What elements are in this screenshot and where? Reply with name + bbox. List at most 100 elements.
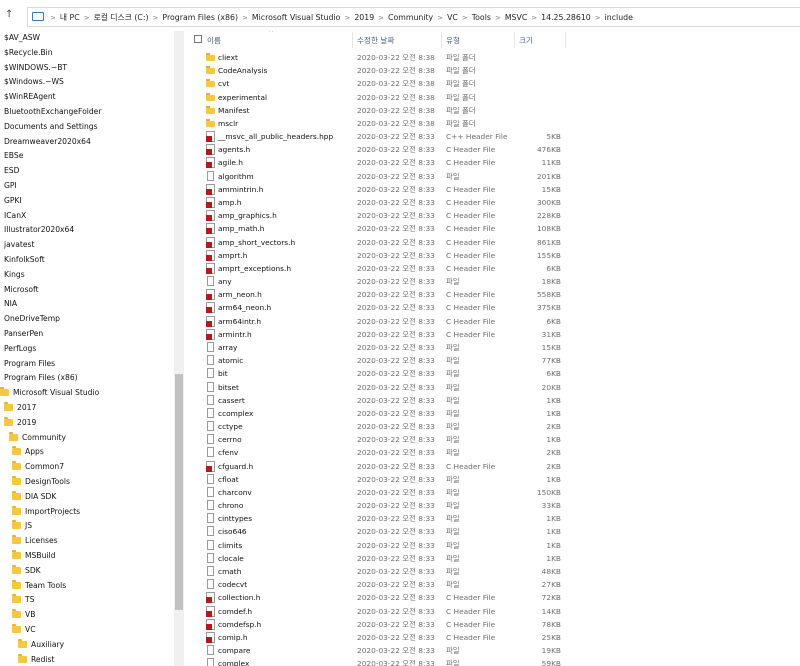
file-row[interactable]: cvt 2020-03-22 오전 8:38 파일 폴더 — [185, 77, 800, 90]
sidebar-item[interactable]: PanserPen — [4, 327, 43, 341]
sidebar-item[interactable]: KinfolkSoft — [4, 253, 45, 267]
file-row[interactable]: complex 2020-03-22 오전 8:33 파일 59KB — [185, 657, 800, 666]
sidebar-item[interactable]: VB — [12, 608, 35, 622]
file-row[interactable]: comip.h 2020-03-22 오전 8:33 C Header File 25… — [185, 631, 800, 644]
sidebar-item[interactable]: MSBuild — [12, 549, 55, 563]
sidebar-item[interactable]: Community — [9, 431, 66, 445]
file-row[interactable]: cctype 2020-03-22 오전 8:33 파일 2KB — [185, 420, 800, 433]
sidebar-item[interactable]: TS — [12, 593, 34, 607]
breadcrumb-item[interactable]: MSVC — [505, 13, 527, 22]
sidebar-item[interactable]: OneDriveTemp — [4, 312, 60, 326]
column-divider[interactable] — [514, 32, 515, 48]
sidebar-item[interactable]: Microsoft — [4, 283, 39, 297]
file-row[interactable]: cassert 2020-03-22 오전 8:33 파일 1KB — [185, 394, 800, 407]
file-row[interactable]: ciso646 2020-03-22 오전 8:33 파일 1KB — [185, 525, 800, 538]
up-arrow-icon[interactable]: ↑ — [5, 9, 13, 20]
file-row[interactable]: array 2020-03-22 오전 8:33 파일 15KB — [185, 341, 800, 354]
file-row[interactable]: charconv 2020-03-22 오전 8:33 파일 150KB — [185, 486, 800, 499]
file-row[interactable]: algorithm 2020-03-22 오전 8:33 파일 201KB — [185, 170, 800, 183]
sidebar-item[interactable]: DesignTools — [12, 475, 70, 489]
file-row[interactable]: any 2020-03-22 오전 8:33 파일 18KB — [185, 275, 800, 288]
file-row[interactable]: compare 2020-03-22 오전 8:33 파일 19KB — [185, 644, 800, 657]
breadcrumb-item[interactable]: 14.25.28610 — [541, 13, 591, 22]
breadcrumb-item[interactable]: include — [605, 13, 633, 22]
file-row[interactable]: CodeAnalysis 2020-03-22 오전 8:38 파일 폴더 — [185, 64, 800, 77]
file-row[interactable]: cerrno 2020-03-22 오전 8:33 파일 1KB — [185, 433, 800, 446]
sidebar-item[interactable]: ICanX — [4, 209, 26, 223]
breadcrumb-item[interactable]: 2019 — [354, 13, 374, 22]
file-row[interactable]: ammintrin.h 2020-03-22 오전 8:33 C Header Fi… — [185, 183, 800, 196]
breadcrumb-chevron-icon[interactable]: > — [84, 14, 90, 22]
sidebar-item[interactable]: Documents and Settings — [4, 120, 98, 134]
breadcrumb-item[interactable]: VC — [447, 13, 458, 22]
file-row[interactable]: amprt.h 2020-03-22 오전 8:33 C Header File 15… — [185, 249, 800, 262]
sidebar-item[interactable]: $Windows.~WS — [4, 75, 64, 89]
sidebar-item[interactable]: BluetoothExchangeFolder — [4, 105, 101, 119]
sidebar-item[interactable]: $AV_ASW — [4, 31, 40, 45]
file-row[interactable]: armintr.h 2020-03-22 오전 8:33 C Header File… — [185, 328, 800, 341]
file-row[interactable]: climits 2020-03-22 오전 8:33 파일 1KB — [185, 539, 800, 552]
breadcrumb-chevron-icon[interactable]: > — [378, 14, 384, 22]
sidebar-item[interactable]: Illustrator2020x64 — [4, 223, 74, 237]
sidebar-item[interactable]: Redist — [18, 653, 54, 666]
file-row[interactable]: cfloat 2020-03-22 오전 8:33 파일 1KB — [185, 473, 800, 486]
sidebar-item[interactable]: GPI — [4, 179, 17, 193]
sidebar-item[interactable]: VC — [12, 623, 36, 637]
breadcrumb-chevron-icon[interactable]: > — [595, 14, 601, 22]
sidebar-item[interactable]: Dreamweaver2020x64 — [4, 135, 91, 149]
file-row[interactable]: atomic 2020-03-22 오전 8:33 파일 77KB — [185, 354, 800, 367]
file-row[interactable]: __msvc_all_public_headers.hpp 2020-03-22 … — [185, 130, 800, 143]
file-row[interactable]: comdef.h 2020-03-22 오전 8:33 C Header File 1… — [185, 605, 800, 618]
file-row[interactable]: Manifest 2020-03-22 오전 8:38 파일 폴더 — [185, 104, 800, 117]
breadcrumb-chevron-icon[interactable]: > — [50, 14, 56, 22]
sidebar-item[interactable]: ESD — [4, 164, 19, 178]
sidebar-item[interactable]: Program Files (x86) — [4, 371, 78, 385]
column-divider[interactable] — [441, 32, 442, 48]
file-row[interactable]: cfenv 2020-03-22 오전 8:33 파일 2KB — [185, 446, 800, 459]
breadcrumb-chevron-icon[interactable]: > — [462, 14, 468, 22]
file-row[interactable]: bitset 2020-03-22 오전 8:33 파일 20KB — [185, 381, 800, 394]
file-row[interactable]: bit 2020-03-22 오전 8:33 파일 6KB — [185, 367, 800, 380]
file-row[interactable]: arm64_neon.h 2020-03-22 오전 8:33 C Header F… — [185, 301, 800, 314]
breadcrumb-item[interactable]: Program Files (x86) — [162, 13, 238, 22]
file-row[interactable]: amp_graphics.h 2020-03-22 오전 8:33 C Header… — [185, 209, 800, 222]
breadcrumb-item[interactable]: 로컬 디스크 (C:) — [94, 13, 149, 22]
sidebar-item[interactable]: $Recycle.Bin — [4, 46, 53, 60]
file-row[interactable]: comdefsp.h 2020-03-22 오전 8:33 C Header Fil… — [185, 618, 800, 631]
column-date[interactable]: 수정한 날짜 — [357, 35, 394, 46]
file-row[interactable]: amp_math.h 2020-03-22 오전 8:33 C Header Fil… — [185, 222, 800, 235]
file-row[interactable]: amprt_exceptions.h 2020-03-22 오전 8:33 C He… — [185, 262, 800, 275]
sidebar-item[interactable]: Microsoft Visual Studio — [0, 386, 99, 400]
file-row[interactable]: cinttypes 2020-03-22 오전 8:33 파일 1KB — [185, 512, 800, 525]
sidebar-item[interactable]: ImportProjects — [12, 505, 80, 519]
breadcrumb-chevron-icon[interactable]: > — [153, 14, 159, 22]
sidebar-item[interactable]: NIA — [4, 297, 17, 311]
breadcrumb-item[interactable]: Community — [388, 13, 433, 22]
sidebar-item[interactable]: Auxiliary — [18, 638, 64, 652]
file-row[interactable]: clocale 2020-03-22 오전 8:33 파일 1KB — [185, 552, 800, 565]
column-type[interactable]: 유형 — [446, 35, 460, 46]
address-bar[interactable]: > 내 PC > 로컬 디스크 (C:) > Program Files (x86) > Mi… — [27, 7, 800, 27]
file-row[interactable]: agents.h 2020-03-22 오전 8:33 C Header File 4… — [185, 143, 800, 156]
breadcrumb-item[interactable]: 내 PC — [60, 13, 80, 22]
sidebar-item[interactable]: javatest — [4, 238, 35, 252]
sidebar-item[interactable]: $WinREAgent — [4, 90, 56, 104]
sidebar-item[interactable]: DIA SDK — [12, 490, 56, 504]
file-row[interactable]: msclr 2020-03-22 오전 8:38 파일 폴더 — [185, 117, 800, 130]
file-row[interactable]: chrono 2020-03-22 오전 8:33 파일 33KB — [185, 499, 800, 512]
file-row[interactable]: cmath 2020-03-22 오전 8:33 파일 48KB — [185, 565, 800, 578]
breadcrumb-chevron-icon[interactable]: > — [344, 14, 350, 22]
sidebar-item[interactable]: EBSe — [4, 149, 23, 163]
sidebar-item[interactable]: Common7 — [12, 460, 64, 474]
select-all-checkbox[interactable] — [194, 35, 202, 43]
file-row[interactable]: experimental 2020-03-22 오전 8:38 파일 폴더 — [185, 91, 800, 104]
column-name[interactable]: 이름 — [207, 35, 221, 46]
breadcrumb-chevron-icon[interactable]: > — [242, 14, 248, 22]
file-row[interactable]: arm_neon.h 2020-03-22 오전 8:33 C Header Fil… — [185, 288, 800, 301]
sidebar-item[interactable]: JS — [12, 519, 32, 533]
file-row[interactable]: arm64intr.h 2020-03-22 오전 8:33 C Header Fi… — [185, 315, 800, 328]
file-row[interactable]: amp.h 2020-03-22 오전 8:33 C Header File 300K… — [185, 196, 800, 209]
sidebar-item[interactable]: PerfLogs — [4, 342, 36, 356]
column-divider[interactable] — [565, 32, 566, 48]
file-row[interactable]: collection.h 2020-03-22 오전 8:33 C Header F… — [185, 591, 800, 604]
